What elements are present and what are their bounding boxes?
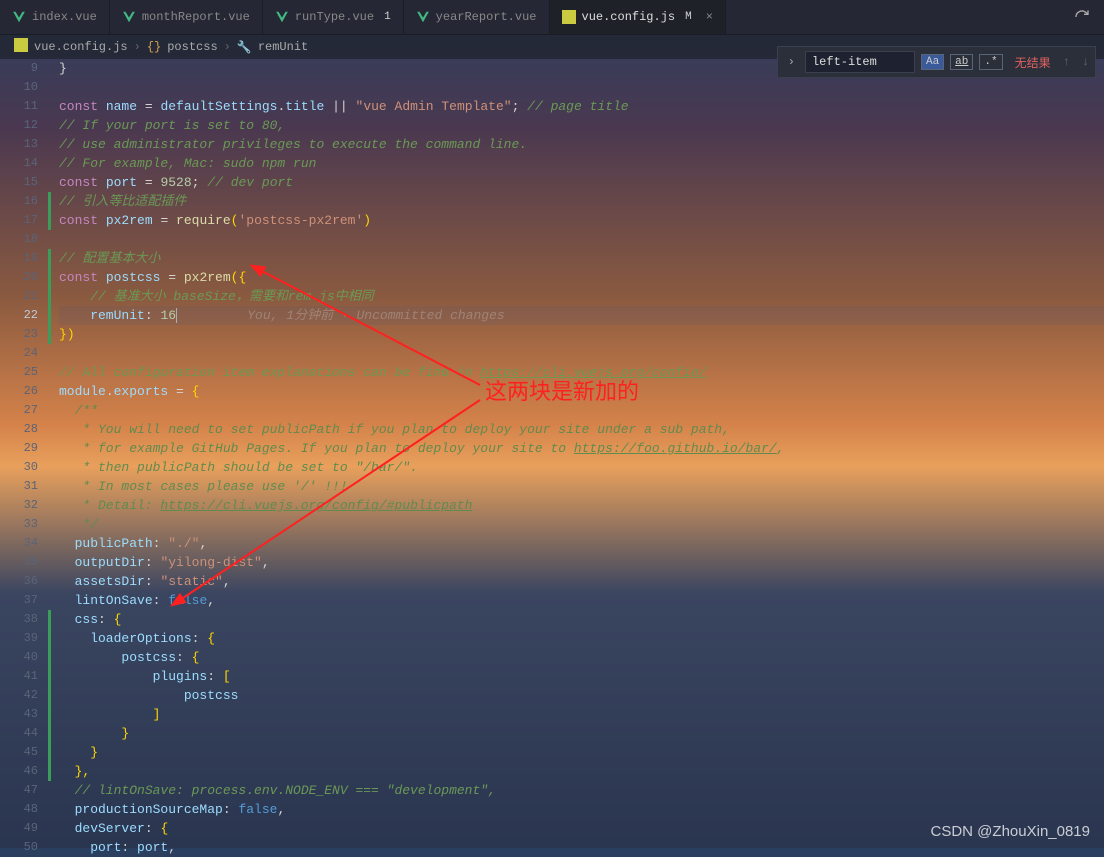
vue-icon (12, 10, 26, 24)
breadcrumb-symbol[interactable]: remUnit (258, 40, 308, 54)
chevron-right-icon: › (134, 40, 141, 54)
code-area[interactable]: } const name = defaultSettings.title || … (51, 59, 1104, 848)
chevron-right-icon: › (224, 40, 231, 54)
find-result-count: 无结果 (1015, 54, 1051, 71)
tab-vueconfig[interactable]: vue.config.js M × (550, 0, 726, 34)
tab-label: monthReport.vue (142, 10, 250, 24)
find-next-icon[interactable]: ↓ (1082, 55, 1089, 69)
js-icon (14, 38, 28, 56)
match-case-toggle[interactable]: Aa (921, 54, 944, 70)
bracket-icon: {} (147, 40, 161, 54)
toolbar-action-icon[interactable] (1060, 0, 1104, 34)
tab-bar: index.vue monthReport.vue runType.vue 1 … (0, 0, 1104, 35)
tab-year[interactable]: yearReport.vue (404, 0, 550, 34)
find-prev-icon[interactable]: ↑ (1063, 55, 1070, 69)
annotation-text: 这两块是新加的 (485, 374, 639, 406)
find-input[interactable] (805, 51, 915, 73)
tab-label: runType.vue (295, 10, 374, 24)
whole-word-toggle[interactable]: ab (950, 54, 973, 70)
breadcrumb-file[interactable]: vue.config.js (34, 40, 128, 54)
breadcrumb-symbol[interactable]: postcss (167, 40, 217, 54)
expand-icon[interactable]: › (784, 55, 799, 69)
vue-icon (275, 10, 289, 24)
tab-label: index.vue (32, 10, 97, 24)
tab-modified-dot: 1 (384, 11, 391, 23)
vue-icon (416, 10, 430, 24)
tab-index[interactable]: index.vue (0, 0, 110, 34)
editor[interactable]: 9101112131415161718192021222324252627282… (0, 59, 1104, 848)
regex-toggle[interactable]: .* (979, 54, 1002, 70)
tab-label: yearReport.vue (436, 10, 537, 24)
js-icon (562, 10, 576, 24)
tab-month[interactable]: monthReport.vue (110, 0, 263, 34)
find-widget: › Aa ab .* 无结果 ↑ ↓ (777, 46, 1096, 78)
tab-modified-badge: M (685, 11, 692, 23)
vue-icon (122, 10, 136, 24)
tab-runtype[interactable]: runType.vue 1 (263, 0, 404, 34)
wrench-icon: 🔧 (237, 40, 252, 55)
watermark: CSDN @ZhouXin_0819 (931, 823, 1090, 840)
git-blame-inline: You, 1分钟前 · Uncommitted changes (177, 308, 505, 323)
tab-label: vue.config.js (582, 10, 676, 24)
close-icon[interactable]: × (706, 10, 713, 24)
line-gutter: 9101112131415161718192021222324252627282… (0, 59, 48, 848)
